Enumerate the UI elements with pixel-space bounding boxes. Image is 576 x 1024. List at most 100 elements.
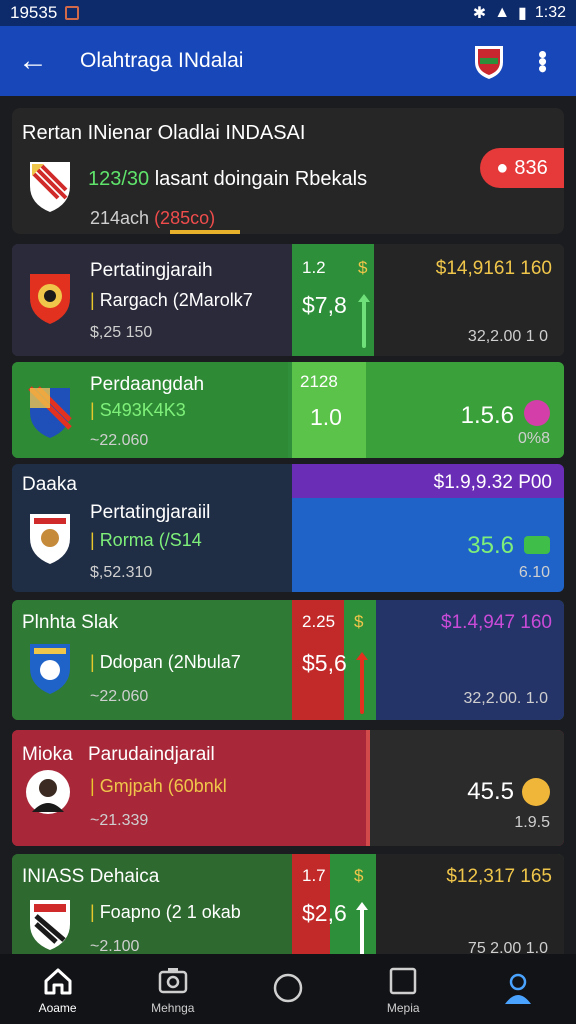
match-card[interactable]: Pertatingjaraih | Rargach (2Marolk7 $,25… (12, 244, 564, 356)
card-money: $14,9161 160 (435, 258, 552, 279)
match-card[interactable]: Perdaangdah | S493K4K3 ~22.060 2128 1.0 … (12, 362, 564, 458)
signal-icon: ▲ (494, 4, 511, 21)
status-time-left: 19535 (10, 3, 58, 22)
nav-media-label: Mehnga (151, 1001, 195, 1015)
card-detail: | S493K4K3 (90, 400, 186, 420)
hero-meta-b: (285co) (154, 208, 216, 228)
app-bar: ← Olahtraga INdalai ••• (0, 26, 576, 96)
currency-icon: $ (358, 258, 368, 277)
coin-icon (522, 778, 550, 806)
club-crest-icon (30, 162, 70, 212)
score-big: $7,8 (302, 292, 347, 318)
match-card[interactable]: Daaka Pertatingjaraiil | Rorma (/S14 $,5… (12, 464, 564, 592)
hero-title: Rertan INienar Oladlai INDASAI (22, 122, 306, 144)
up-arrow-icon (356, 902, 368, 954)
card-money: $1.9,9.32 P00 (433, 472, 552, 493)
club-crest-icon (28, 386, 72, 438)
home-icon (44, 968, 72, 995)
card-detail: | Ddopan (2Nbula7 (90, 652, 241, 672)
card-right-value: 45.5 (467, 778, 514, 805)
card-detail: | Rargach (2Marolk7 (90, 290, 253, 310)
match-card[interactable]: INIASS Dehaica | Foapno (2 1 okab ~2.100… (12, 854, 564, 954)
page-title: Olahtraga INdalai (80, 49, 244, 72)
up-arrow-icon (358, 294, 370, 348)
match-card[interactable]: Plnhta Slak | Ddopan (2Nbula7 ~22.060 2.… (12, 600, 564, 720)
nav-circle[interactable] (230, 954, 345, 1024)
club-crest-icon (30, 274, 70, 324)
status-time-right: 1:32 (534, 4, 566, 21)
tag-icon (524, 536, 550, 554)
card-money: $1.4,947 160 (441, 612, 552, 633)
score-small: 1.2 (302, 258, 326, 277)
card-label: Mioka (22, 744, 73, 765)
card-detail: | Rorma (/S14 (90, 530, 202, 550)
camera-icon (158, 968, 188, 994)
card-sub: $,52.310 (90, 564, 153, 581)
card-right-sub: 0%8 (517, 430, 550, 447)
card-right-sub: 32,2.00. 1.0 (463, 690, 548, 707)
currency-icon: $ (354, 866, 364, 885)
more-vert-icon[interactable]: ••• (528, 50, 558, 71)
card-sub: $,25 150 (90, 324, 153, 341)
hero-meta-a: 214ach (90, 208, 155, 228)
score-small: 2128 (300, 372, 338, 391)
club-crest-icon (30, 644, 70, 694)
hero-line: 123/30 lasant doingain Rbekals (88, 168, 367, 191)
square-icon (389, 967, 417, 995)
hero-score: 123/30 (88, 168, 150, 190)
battery-icon: ▮ (518, 5, 527, 22)
nav-media[interactable]: Mehnga (115, 954, 230, 1024)
card-detail: | Foapno (2 1 okab (90, 902, 241, 922)
hero-meta: 214ach (285co) (90, 208, 215, 229)
player-avatar (26, 770, 70, 814)
tab-indicator (170, 230, 240, 234)
card-title: Pertatingjaraiil (90, 502, 211, 523)
card-sub: ~21.339 (90, 812, 149, 829)
club-crest-icon (30, 514, 70, 564)
card-title: Pertatingjaraih (90, 260, 213, 281)
card-title: Perdaangdah (90, 374, 205, 395)
card-right-value: 35.6 (467, 532, 514, 559)
hero-line-text: lasant doingain Rbekals (149, 168, 368, 190)
up-arrow-icon (356, 652, 368, 714)
card-title: Parudaindjarail (88, 744, 215, 765)
badge-icon (524, 400, 550, 426)
score-big: $5,6 (302, 650, 347, 676)
score-big: 1.0 (310, 404, 342, 430)
score-small: 2.25 (302, 612, 336, 631)
card-sub: ~22.060 (90, 432, 149, 449)
circle-icon (273, 973, 303, 1003)
hero-card[interactable]: Rertan INienar Oladlai INDASAI 123/30 la… (12, 108, 564, 234)
card-right-value: 1.5.6 (460, 402, 514, 429)
card-money: $12,317 165 (446, 866, 552, 887)
card-label: Daaka (22, 474, 77, 495)
card-right-sub: 32,2.00 1 0 (467, 328, 548, 345)
status-bar: 19535 ✱ ▲ ▮ 1:32 (0, 0, 576, 26)
score-small: 1.7 (302, 866, 326, 885)
club-crest-icon[interactable] (472, 42, 506, 80)
club-crest-icon (30, 900, 70, 950)
back-arrow-icon[interactable]: ← (18, 44, 58, 78)
currency-icon: $ (354, 612, 364, 631)
match-card[interactable]: Mioka Parudaindjarail | Gmjpah (60bnkl ~… (12, 730, 564, 846)
nav-profile[interactable] (461, 954, 576, 1024)
card-right-sub: 75 2.00 1.0 (467, 940, 548, 954)
card-label: INIASS Dehaica (22, 866, 160, 887)
card-sub: ~2.100 (90, 938, 140, 954)
card-label: Plnhta Slak (22, 612, 119, 633)
hero-badge[interactable]: ● 836 (480, 148, 564, 188)
profile-icon (505, 973, 532, 1004)
heart-icon: ● (496, 156, 509, 179)
score-big: $2,6 (302, 900, 347, 926)
notification-icon (65, 6, 80, 20)
content: Rertan INienar Oladlai INDASAI 123/30 la… (0, 96, 576, 954)
card-right-sub: 6.10 (518, 564, 550, 581)
card-detail: | Gmjpah (60bnkl (90, 776, 227, 796)
card-sub: ~22.060 (90, 688, 149, 705)
bottom-nav: Aoame Mehnga Mepia (0, 954, 576, 1024)
nav-maps-label: Mepia (386, 1001, 420, 1015)
bluetooth-icon: ✱ (472, 5, 487, 22)
nav-home[interactable]: Aoame (0, 954, 115, 1024)
nav-maps[interactable]: Mepia (346, 954, 461, 1024)
nav-home-label: Aoame (38, 1001, 77, 1015)
